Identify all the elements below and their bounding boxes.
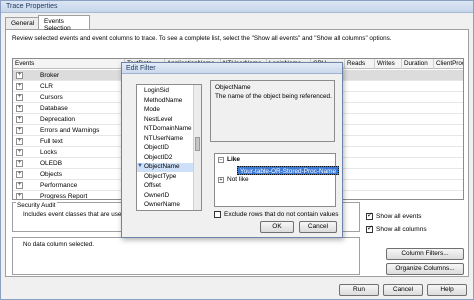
property-item[interactable]: OwnerID [144, 192, 169, 201]
collapse-like-icon[interactable]: − [218, 157, 224, 163]
property-item[interactable]: MethodName [144, 97, 182, 106]
property-label: ObjectID2 [144, 153, 173, 161]
expand-row-icon[interactable]: + [16, 71, 23, 79]
expand-row-icon[interactable]: + [16, 115, 23, 123]
property-item[interactable]: NestLevel [144, 116, 172, 125]
filter-ok-button[interactable]: OK [260, 221, 294, 233]
scrollbar-thumb[interactable] [195, 137, 200, 151]
expand-row-icon[interactable]: + [16, 93, 23, 101]
tab-general[interactable]: General [5, 17, 39, 29]
column-filters-button[interactable]: Column Filters... [386, 248, 464, 260]
expand-row-icon[interactable]: + [16, 148, 23, 156]
event-category-label: Locks [40, 148, 57, 156]
property-item[interactable]: ObjectType [144, 173, 176, 182]
property-label: OwnerName [144, 201, 180, 208]
property-item[interactable]: LoginSid [144, 87, 169, 96]
show-all-columns-check-icon[interactable] [366, 224, 373, 233]
property-label: ObjectID [144, 144, 169, 151]
help-button[interactable]: Help [427, 284, 467, 296]
column-description-text: No data column selected. [23, 241, 95, 248]
title-bar: Trace Properties [1, 1, 473, 13]
show-all-columns-checkbox[interactable]: Show all columns [366, 224, 427, 233]
review-instructions: Review selected events and event columns… [12, 35, 392, 42]
exclude-rows-box[interactable] [214, 211, 221, 218]
filter-funnel-icon: ▼ [137, 163, 143, 169]
run-button[interactable]: Run [339, 284, 379, 296]
show-all-columns-label: Show all columns [376, 226, 427, 233]
column-header-clientprocessid[interactable]: ClientProce [434, 59, 463, 69]
property-label: ObjectName [144, 163, 180, 170]
expand-row-icon[interactable]: + [16, 104, 23, 112]
property-item[interactable]: Offset [144, 182, 161, 191]
property-item[interactable]: NTDomainName [144, 125, 192, 134]
tab-events-selection[interactable]: Events Selection [38, 15, 90, 32]
column-header-reads[interactable]: Reads [345, 59, 375, 69]
exclude-rows-checkbox[interactable]: Exclude rows that do not contain values [214, 211, 339, 218]
event-category-label: Database [40, 104, 68, 112]
event-category-label: Deprecation [40, 115, 76, 123]
property-label: NTUserName [144, 134, 184, 142]
property-label: MethodName [144, 96, 183, 104]
window-title: Trace Properties [6, 3, 58, 10]
event-category-name: Security Audit [16, 202, 57, 209]
property-item[interactable]: ObjectID [144, 144, 169, 153]
property-label: NestLevel [144, 115, 173, 123]
column-header-events[interactable]: Events [13, 59, 125, 69]
event-category-label: Progress Report [40, 192, 88, 200]
property-description-box: ObjectName The name of the object being … [210, 80, 335, 142]
expand-row-icon[interactable]: + [16, 159, 23, 167]
show-all-events-check-icon[interactable] [366, 211, 373, 220]
like-operator-label[interactable]: Like [227, 156, 240, 163]
expand-row-icon[interactable]: + [16, 192, 23, 199]
event-category-label: Full text [40, 137, 63, 145]
property-item[interactable]: ▼ ObjectName [137, 163, 194, 172]
dialog-title: Edit Filter [126, 65, 156, 72]
filter-property-list[interactable]: LoginSid MethodName Mode NestLevel NTDomainN… [136, 84, 202, 211]
property-name: ObjectName [215, 84, 251, 91]
column-description-box: No data column selected. [12, 237, 360, 275]
property-label: Offset [144, 182, 161, 189]
event-category-label: Broker [40, 71, 60, 79]
like-value-input[interactable]: Your-table-OR-Stored-Proc-Name [237, 166, 340, 175]
expand-row-icon[interactable]: + [16, 126, 23, 134]
exclude-rows-label: Exclude rows that do not contain values [224, 211, 339, 218]
column-header-duration[interactable]: Duration [402, 59, 434, 69]
show-all-events-checkbox[interactable]: Show all events [366, 211, 422, 220]
event-category-label: Performance [40, 181, 78, 189]
property-item[interactable]: ObjectID2 [144, 154, 172, 163]
filter-condition-tree[interactable]: − Like Your-table-OR-Stored-Proc-Name + … [214, 153, 340, 207]
organize-columns-button[interactable]: Organize Columns... [386, 263, 464, 275]
cancel-button[interactable]: Cancel [383, 284, 423, 296]
expand-row-icon[interactable]: + [16, 170, 23, 178]
property-item[interactable]: OwnerName [144, 201, 180, 210]
property-label: LoginSid [144, 87, 169, 94]
filter-cancel-button[interactable]: Cancel [299, 221, 337, 233]
show-all-events-label: Show all events [376, 213, 422, 220]
property-label: ObjectType [144, 172, 177, 180]
expand-row-icon[interactable]: + [16, 137, 23, 145]
column-header-writes[interactable]: Writes [375, 59, 402, 69]
property-item[interactable]: NTUserName [144, 135, 183, 144]
property-list-scrollbar[interactable] [193, 85, 201, 210]
expand-row-icon[interactable]: + [16, 82, 23, 90]
event-category-label: CLR [40, 82, 54, 90]
expand-not-like-icon[interactable]: + [218, 177, 224, 183]
not-like-operator-label[interactable]: Not like [227, 176, 249, 183]
property-description: The name of the object being referenced. [215, 93, 332, 100]
expand-row-icon[interactable]: + [16, 181, 23, 189]
property-label: Mode [144, 106, 160, 113]
property-item[interactable]: Mode [144, 106, 160, 115]
event-category-label: Objects [40, 170, 63, 178]
event-category-label: Errors and Warnings [40, 126, 100, 134]
property-label: NTDomainName [144, 125, 192, 132]
dialog-title-bar: Edit Filter [122, 63, 342, 74]
property-label: OwnerID [144, 191, 170, 199]
event-category-label: Cursors [40, 93, 63, 101]
edit-filter-dialog: Edit Filter LoginSid MethodName Mode NestLe… [121, 62, 343, 238]
event-category-label: OLEDB [40, 159, 63, 167]
